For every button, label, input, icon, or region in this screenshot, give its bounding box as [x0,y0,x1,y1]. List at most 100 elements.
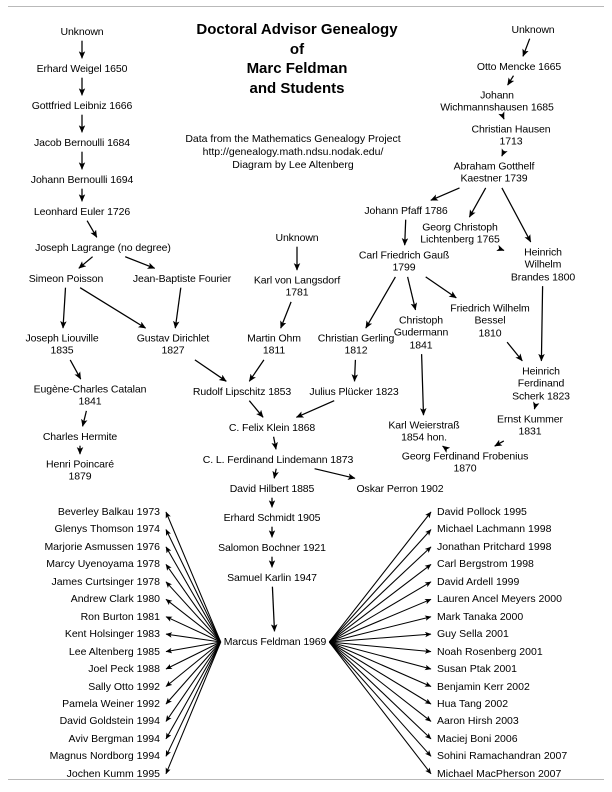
node-brandes: Heinrich Wilhelm Brandes 1800 [510,246,576,284]
node-jbernoulli: Jacob Bernoulli 1684 [33,136,131,149]
edge-lagrange-to-fourier [124,256,156,269]
node-pfaff: Johann Pfaff 1786 [364,204,448,217]
edge-lagrange-to-poisson [78,256,94,269]
student-left-6: Ron Burton 1981 [80,610,160,623]
student-left-5: Andrew Clark 1980 [70,593,160,606]
edge-bessel-to-scherk [506,341,523,362]
node-perron: Oskar Perron 1902 [356,482,444,495]
node-gauss: Carl Friedrich Gauß 1799 [358,249,450,274]
node-bochner: Salomon Bochner 1921 [218,541,326,554]
node-kummer: Ernst Kummer 1831 [497,413,563,438]
edge-feldman-to-student-right-4 [329,581,432,643]
node-unknown_c: Unknown [275,231,319,244]
student-left-8: Lee Altenberg 1985 [68,645,160,658]
node-scherk: Heinrich Ferdinand Scherk 1823 [512,365,570,403]
student-right-9: Susan Ptak 2001 [437,663,517,676]
student-left-13: Aviv Bergman 1994 [68,732,160,745]
node-schmidt: Erhard Schmidt 1905 [223,511,321,524]
edge-kaestner-to-pfaff [430,187,460,201]
edge-poisson-to-liouville [60,287,67,329]
student-right-7: Guy Sella 2001 [437,628,509,641]
student-right-5: Lauren Ancel Meyers 2000 [437,593,562,606]
student-right-2: Jonathan Pritchard 1998 [437,540,552,553]
node-gudermann: Christoph Gudermann 1841 [393,314,449,352]
student-right-13: Maciej Boni 2006 [437,732,518,745]
student-right-3: Carl Bergstrom 1998 [437,558,534,571]
node-gerling: Christian Gerling 1812 [317,332,395,357]
student-left-11: Pamela Weiner 1992 [62,697,160,710]
edge-feldman-to-student-left-13 [165,641,222,740]
student-right-4: David Ardell 1999 [437,575,520,588]
edge-karlin-to-feldman [270,586,278,632]
student-left-7: Kent Holsinger 1983 [64,628,160,641]
student-left-1: Glenys Thomson 1974 [54,523,160,536]
student-left-15: Jochen Kumm 1995 [66,767,160,780]
edge-liouville-to-catalan [69,359,82,380]
node-weierstrass: Karl Weierstraß 1854 hon. [388,419,460,444]
node-fourier: Jean-Baptiste Fourier [132,272,232,285]
edge-feldman-to-student-left-11 [165,641,222,705]
edge-feldman-to-student-right-13 [328,641,432,740]
node-mencke: Otto Mencke 1665 [476,60,562,73]
edge-lindemann-to-perron [314,468,356,480]
edge-feldman-to-student-right-14 [328,641,432,757]
edge-ohm-to-lipschitz [248,359,265,382]
student-right-10: Benjamin Kerr 2002 [437,680,530,693]
node-unknown_r: Unknown [511,23,555,36]
node-langsdorf: Karl von Langsdorf 1781 [253,274,341,299]
edge-scherk-to-kummer [533,401,540,410]
node-liouville: Joseph Liouville 1835 [25,332,99,357]
student-left-12: David Goldstein 1994 [59,715,160,728]
edge-kaestner-to-brandes [501,187,532,243]
student-right-15: Michael MacPherson 2007 [437,767,562,780]
edge-gauss-to-bessel [425,276,457,299]
edge-gerling-to-plucker [351,359,359,382]
edge-feldman-to-student-left-1 [165,529,222,643]
edge-feldman-to-student-right-9 [329,641,432,671]
student-left-0: Beverley Balkau 1973 [57,506,160,518]
student-right-0: David Pollock 1995 [437,506,527,518]
node-euler: Leonhard Euler 1726 [33,205,131,218]
node-catalan: Eugène-Charles Catalan 1841 [33,383,147,408]
node-plucker: Julius Plücker 1823 [309,385,399,398]
student-left-14: Magnus Nordborg 1994 [49,750,160,763]
edge-feldman-to-student-left-8 [165,641,221,654]
edge-feldman-to-student-left-14 [165,641,222,757]
edge-feldman-to-student-right-3 [328,563,432,643]
edge-plucker-to-klein [295,400,335,418]
student-right-8: Noah Rosenberg 2001 [437,645,543,658]
student-right-6: Mark Tanaka 2000 [437,610,524,623]
edge-feldman-to-student-right-0 [328,511,432,643]
node-lipschitz: Rudolf Lipschitz 1853 [192,385,292,398]
node-unknown_l: Unknown [60,25,104,38]
node-lagrange: Joseph Lagrange (no degree) [35,241,171,254]
edge-fourier-to-dirichlet [173,287,182,329]
student-left-10: Sally Otto 1992 [88,680,160,693]
student-left-4: James Curtsinger 1978 [51,575,160,588]
edge-hausen-to-kaestner [501,148,508,157]
student-right-11: Hua Tang 2002 [437,697,509,710]
edge-mencke-to-wichmann [507,75,515,86]
node-klein: C. Felix Klein 1868 [228,421,316,434]
edge-feldman-to-student-left-12 [165,641,222,722]
edge-feldman-to-student-left-0 [165,511,222,643]
edge-feldman-to-student-left-10 [165,641,222,687]
node-leibniz: Gottfried Leibniz 1666 [31,99,133,112]
edge-gauss-to-gudermann [406,276,418,311]
edge-gudermann-to-weierstrass [420,354,427,416]
edge-feldman-to-student-right-2 [328,546,432,643]
student-right-14: Sohini Ramachandran 2007 [437,750,568,763]
edge-feldman-to-student-right-12 [328,641,432,722]
edge-langsdorf-to-ohm [280,301,292,329]
node-bessel: Friedrich Wilhelm Bessel 1810 [450,302,530,340]
source-note: Data from the Mathematics Genealogy Proj… [185,133,401,171]
node-karlin: Samuel Karlin 1947 [227,571,317,584]
node-poisson: Simeon Poisson [28,272,104,285]
edge-unknown_r-to-mencke [522,38,531,57]
student-left-3: Marcy Uyenoyama 1978 [46,558,160,571]
node-hilbert: David Hilbert 1885 [229,482,315,495]
node-hausen: Christian Hausen 1713 [471,123,551,148]
student-left-2: Marjorie Asmussen 1976 [44,540,160,553]
edge-lichtenberg-to-brandes [496,244,505,252]
edge-wichmann-to-hausen [498,111,505,120]
